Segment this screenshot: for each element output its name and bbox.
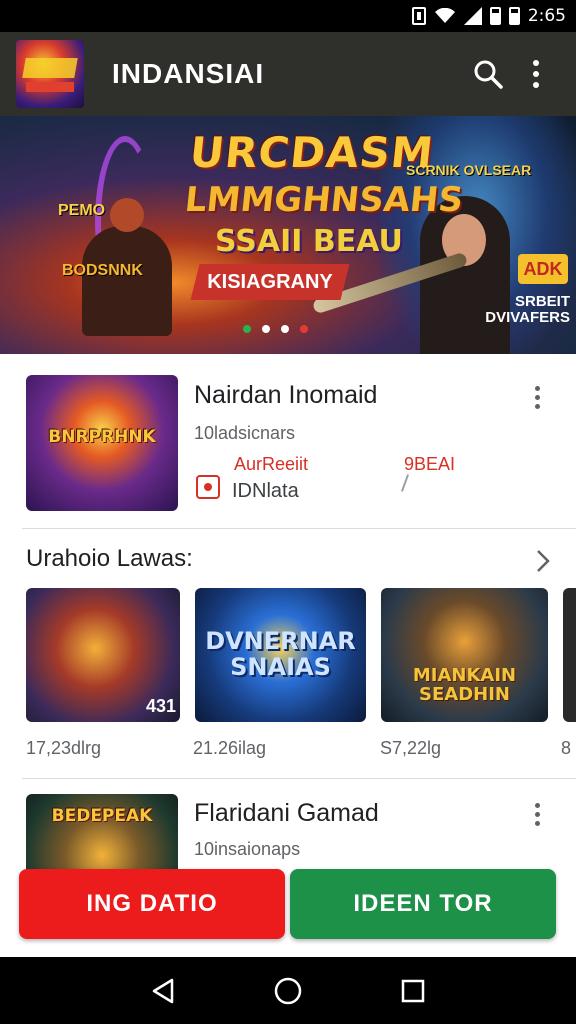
status-bar: 2:65 (0, 0, 576, 32)
divider (22, 778, 576, 779)
app-title: INDANSIAI (112, 58, 265, 89)
thumbnail-label: BEDEPEAK (51, 806, 153, 826)
wifi-icon (434, 8, 455, 23)
card-more-button[interactable] (522, 377, 552, 417)
primary-action-button[interactable]: ING DATIO (19, 869, 285, 939)
chevron-right-icon[interactable] (528, 546, 558, 576)
hero-warrior (82, 198, 172, 336)
more-vert-icon (533, 60, 539, 88)
home-button[interactable] (266, 969, 310, 1013)
home-icon (274, 977, 302, 1004)
app-bar: INDANSIAI (0, 32, 576, 116)
hero-ribbon: KISIAGRANY (190, 264, 350, 300)
carousel-dot[interactable] (281, 325, 289, 333)
hero-tag-right: SCRNIK OVLSEAR (406, 162, 532, 178)
carousel-indicator (243, 325, 308, 333)
thumbnail-label: BNRPRHNK (48, 427, 156, 447)
carousel-dot[interactable] (300, 325, 308, 333)
game-thumbnail[interactable]: BNRPRHNK (26, 375, 178, 511)
back-button[interactable] (141, 969, 185, 1013)
tile-price: 8 (561, 738, 572, 758)
section-title: Urahoio Lawas: (26, 545, 193, 572)
divider (22, 528, 576, 529)
carousel-dot[interactable] (243, 325, 251, 333)
back-icon (152, 978, 173, 1003)
tile-price: 21.26ilag (193, 738, 267, 758)
cell-signal-icon (463, 7, 482, 25)
hero-banner[interactable]: URCDASM LMMGHNSAHS SSAII BEAU KISIAGRANY… (0, 116, 576, 354)
vibrate-icon (411, 7, 426, 25)
hero-subtitle-2: SSAII BEAU (215, 224, 403, 259)
card-subtitle: 10insaionaps (194, 839, 301, 859)
card-title: Nairdan Inomaid (194, 381, 378, 409)
hero-title: URCDASM (187, 128, 437, 177)
battery-icon (508, 7, 520, 25)
youtube-icon (196, 475, 220, 499)
game-tile[interactable] (563, 588, 576, 722)
hero-badge: ADK (518, 254, 568, 284)
hero-subtitle: LMMGHNSAHS (182, 180, 466, 220)
recents-icon (402, 979, 425, 1002)
search-icon (474, 60, 503, 89)
search-button[interactable] (464, 50, 512, 98)
card-meta: IDNlata (232, 480, 299, 502)
card-subtitle: 10ladsicnars (194, 423, 296, 443)
battery-icon (489, 7, 501, 25)
hero-tag-left-2: BODSNNK (62, 262, 143, 279)
hero-corner-text: SRBEIT DVIVAFERS (485, 293, 570, 326)
tile-label: MIANKAIN SEADHIN (412, 665, 517, 705)
card-link-2[interactable]: 9BEAI (404, 454, 455, 475)
card-title: Flaridani Gamad (194, 799, 379, 827)
carousel-dot[interactable] (262, 325, 270, 333)
tile-carousel[interactable]: 431 DVNERNAR SNAIAS MIANKAIN SEADHIN 17,… (26, 588, 576, 768)
system-nav-bar (0, 957, 576, 1024)
hero-tag-left: PEMO (58, 202, 106, 219)
separator-mark (400, 474, 410, 492)
app-logo[interactable] (16, 40, 84, 108)
game-tile[interactable]: 431 (26, 588, 180, 722)
card-link[interactable]: AurReeiit (234, 454, 308, 475)
tile-label: DVNERNAR SNAIAS (205, 627, 356, 681)
tile-price: S7,22lg (380, 738, 442, 758)
overflow-menu-button[interactable] (512, 50, 560, 98)
secondary-action-button[interactable]: IDEEN TOR (290, 869, 556, 939)
tile-corner-text: 431 (146, 696, 177, 716)
game-tile[interactable]: DVNERNAR SNAIAS (195, 588, 366, 722)
card-more-button[interactable] (522, 794, 552, 834)
status-time: 2:65 (527, 6, 566, 26)
tile-price: 17,23dlrg (26, 738, 102, 758)
recents-button[interactable] (391, 969, 435, 1013)
game-tile[interactable]: MIANKAIN SEADHIN (381, 588, 548, 722)
